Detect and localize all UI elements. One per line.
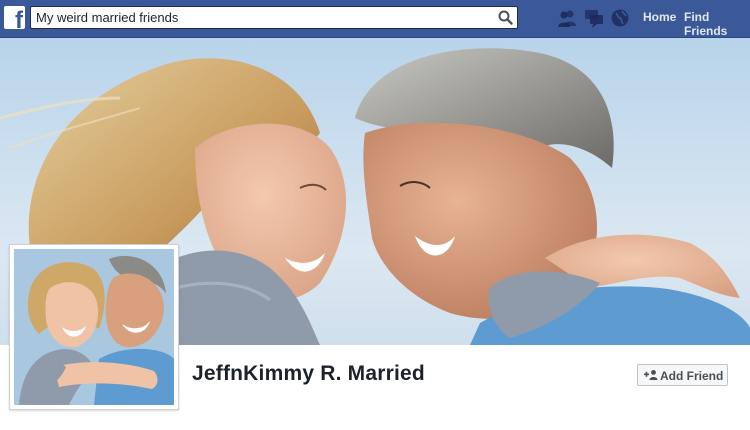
facebook-logo-icon[interactable]: f bbox=[4, 6, 25, 29]
nav-find-friends-link[interactable]: Find Friends bbox=[684, 10, 750, 38]
profile-couple-image bbox=[14, 249, 174, 405]
top-navigation-bar: f Home Find Friends bbox=[0, 0, 750, 38]
add-friend-label: Add Friend bbox=[660, 369, 724, 383]
add-friend-button[interactable]: Add Friend bbox=[637, 364, 728, 386]
search-icon[interactable] bbox=[497, 9, 514, 26]
search-box bbox=[30, 6, 518, 29]
messages-icon[interactable] bbox=[583, 7, 605, 29]
search-input[interactable] bbox=[31, 7, 491, 28]
nav-home-link[interactable]: Home bbox=[643, 10, 676, 24]
add-friend-icon bbox=[644, 370, 658, 380]
friend-requests-icon[interactable] bbox=[556, 7, 578, 29]
notifications-globe-icon[interactable] bbox=[609, 7, 631, 29]
profile-name: JeffnKimmy R. Married bbox=[192, 362, 425, 385]
profile-picture[interactable] bbox=[9, 244, 179, 410]
